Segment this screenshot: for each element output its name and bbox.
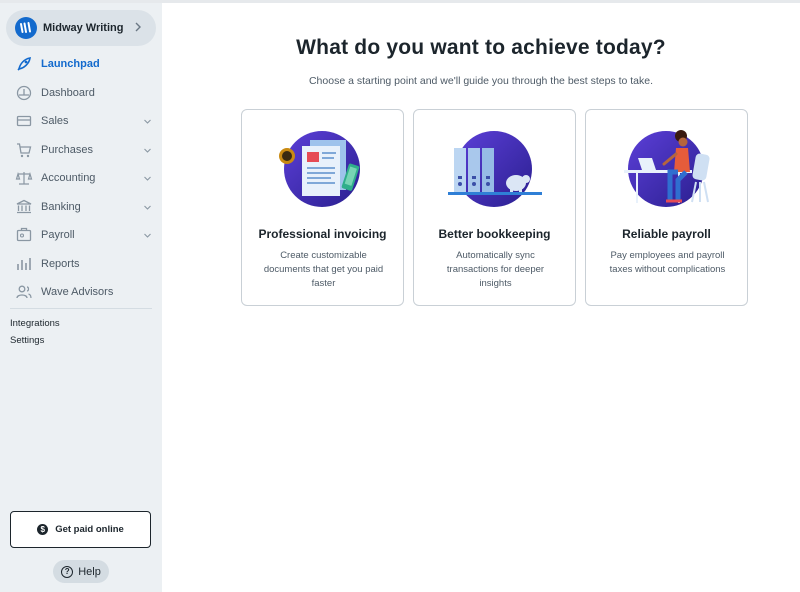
business-name: Midway Writing (43, 22, 124, 34)
wave-logo-icon (15, 17, 37, 39)
question-icon: ? (61, 565, 74, 578)
page-subtitle: Choose a starting point and we'll guide … (308, 75, 654, 87)
card-reliable-payroll[interactable]: Reliable payroll Pay employees and payro… (585, 109, 748, 306)
card-title: Reliable payroll (622, 227, 711, 241)
settings-link[interactable]: Settings (10, 335, 44, 346)
bookkeeping-illustration (448, 131, 542, 207)
card-title: Professional invoicing (258, 227, 387, 241)
sidebar-item-label: Banking (41, 200, 81, 213)
sidebar-item-payroll[interactable]: Payroll (0, 221, 162, 250)
page-title: What do you want to achieve today? (296, 36, 666, 59)
chevron-down-icon (144, 176, 151, 181)
sidebar-item-accounting[interactable]: Accounting (0, 164, 162, 193)
sidebar-item-wave-advisors[interactable]: Wave Advisors (0, 278, 162, 307)
cart-icon (17, 143, 32, 157)
sidebar-item-label: Wave Advisors (41, 286, 114, 299)
sidebar-item-label: Accounting (41, 172, 96, 185)
reports-icon (17, 257, 31, 270)
payroll-illustration (624, 130, 710, 207)
get-paid-label: Get paid online (55, 524, 124, 535)
card-description: Automatically sync transactions for deep… (446, 250, 545, 289)
help-label: Help (78, 565, 101, 578)
integrations-link[interactable]: Integrations (10, 318, 60, 329)
sidebar-item-purchases[interactable]: Purchases (0, 136, 162, 165)
sales-icon (16, 116, 32, 127)
sidebar-divider (10, 308, 152, 309)
sidebar-item-label: Payroll (41, 229, 75, 242)
sidebar-item-sales[interactable]: Sales (0, 107, 162, 136)
chevron-down-icon (144, 233, 151, 238)
invoicing-illustration (279, 131, 360, 207)
sidebar-item-label: Sales (41, 115, 69, 128)
sidebar-item-banking[interactable]: Banking (0, 193, 162, 222)
sidebar-item-label: Purchases (41, 143, 93, 156)
chevron-down-icon (144, 205, 151, 210)
help-button[interactable]: ? Help (53, 560, 109, 583)
card-professional-invoicing[interactable]: Professional invoicing Create customizab… (241, 109, 404, 306)
card-better-bookkeeping[interactable]: Better bookkeeping Automatically sync tr… (413, 109, 576, 306)
sidebar-item-dashboard[interactable]: Dashboard (0, 79, 162, 108)
sidebar-item-reports[interactable]: Reports (0, 250, 162, 279)
get-paid-online-button[interactable]: $ Get paid online (10, 511, 151, 548)
dashboard-icon (16, 85, 32, 100)
payroll-icon (16, 228, 32, 242)
advisors-icon (16, 285, 32, 299)
card-title: Better bookkeeping (438, 227, 551, 241)
sidebar-item-label: Dashboard (41, 86, 95, 99)
sidebar-item-label: Reports (41, 257, 80, 270)
rocket-icon (17, 57, 31, 71)
sidebar: Midway Writing Launchpad Dashboard Sales… (0, 3, 162, 592)
card-description: Create customizable documents that get y… (263, 250, 384, 289)
sidebar-item-label: Launchpad (41, 58, 100, 71)
business-switcher[interactable]: Midway Writing (6, 10, 156, 46)
chevron-down-icon (144, 119, 151, 124)
scale-icon (15, 172, 33, 185)
chevron-down-icon (144, 148, 151, 153)
bank-icon (16, 199, 32, 213)
chevron-right-icon (135, 22, 141, 32)
sidebar-nav: Launchpad Dashboard Sales Purchases Acco… (0, 50, 162, 307)
sidebar-item-launchpad[interactable]: Launchpad (0, 50, 162, 79)
dollar-icon: $ (37, 524, 49, 535)
card-description: Pay employees and payroll taxes without … (609, 250, 726, 275)
